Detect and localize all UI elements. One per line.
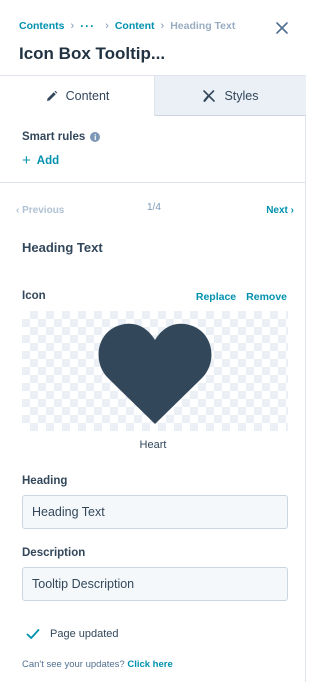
breadcrumb-content-link[interactable]: Content <box>115 20 155 32</box>
description-field-label: Description <box>22 547 86 559</box>
smart-rules-text: Smart rules <box>22 131 86 143</box>
smart-rules-section: Smart rules i + Add <box>0 117 306 183</box>
pager: ‹ Previous 1/4 Next › <box>0 200 306 220</box>
replace-icon-button[interactable]: Replace <box>196 291 236 303</box>
brush-icon <box>203 89 216 102</box>
chevron-right-icon: › <box>70 20 75 32</box>
breadcrumb: Contents › ··· › Content › Heading Text <box>19 18 235 34</box>
breadcrumb-current: Heading Text <box>170 20 236 32</box>
click-here-link[interactable]: Click here <box>127 659 172 670</box>
breadcrumb-more-button[interactable]: ··· <box>80 19 95 33</box>
chevron-right-icon: › <box>160 20 165 32</box>
breadcrumb-contents-link[interactable]: Contents <box>19 20 65 32</box>
section-title: Heading Text <box>22 240 103 255</box>
add-label: Add <box>36 154 60 167</box>
tab-styles[interactable]: Styles <box>155 76 306 116</box>
pencil-icon <box>46 90 57 101</box>
footnote: Can't see your updates? Click here <box>22 659 173 670</box>
check-icon <box>26 629 40 639</box>
close-button[interactable] <box>272 18 292 38</box>
chevron-right-icon: › <box>290 205 294 216</box>
chevron-left-icon: ‹ <box>16 205 20 216</box>
add-smart-rule-button[interactable]: + Add <box>22 153 59 168</box>
panel-header: Contents › ··· › Content › Heading Text … <box>0 0 306 76</box>
close-icon <box>276 22 288 34</box>
icon-field-label: Icon <box>22 290 46 302</box>
previous-label: Previous <box>22 205 65 216</box>
tab-bar: Content Styles <box>0 76 306 116</box>
info-icon[interactable]: i <box>90 132 101 142</box>
heading-field-label: Heading <box>22 475 68 487</box>
tab-content-label: Content <box>65 89 110 103</box>
heading-input[interactable] <box>22 495 288 529</box>
heart-icon <box>98 323 212 424</box>
chevron-right-icon: › <box>105 20 109 32</box>
icon-preview[interactable] <box>22 311 288 431</box>
plus-icon: + <box>22 152 31 169</box>
tab-content[interactable]: Content <box>0 76 155 116</box>
save-status: Page updated <box>26 628 119 640</box>
description-input[interactable] <box>22 567 288 601</box>
page-title: Icon Box Tooltip... <box>19 44 166 63</box>
footnote-text: Can't see your updates? <box>22 659 125 670</box>
status-text: Page updated <box>50 628 119 640</box>
previous-button[interactable]: ‹ Previous <box>16 205 64 216</box>
smart-rules-label: Smart rules i <box>22 131 101 143</box>
remove-icon-button[interactable]: Remove <box>246 291 287 303</box>
next-button[interactable]: Next › <box>266 205 294 216</box>
page-count: 1/4 <box>147 202 161 213</box>
icon-actions: Replace Remove <box>196 291 287 303</box>
tab-styles-label: Styles <box>224 88 259 103</box>
icon-name: Heart <box>139 439 167 451</box>
sidebar-panel: Contents › ··· › Content › Heading Text … <box>0 0 306 682</box>
next-label: Next <box>266 205 288 216</box>
